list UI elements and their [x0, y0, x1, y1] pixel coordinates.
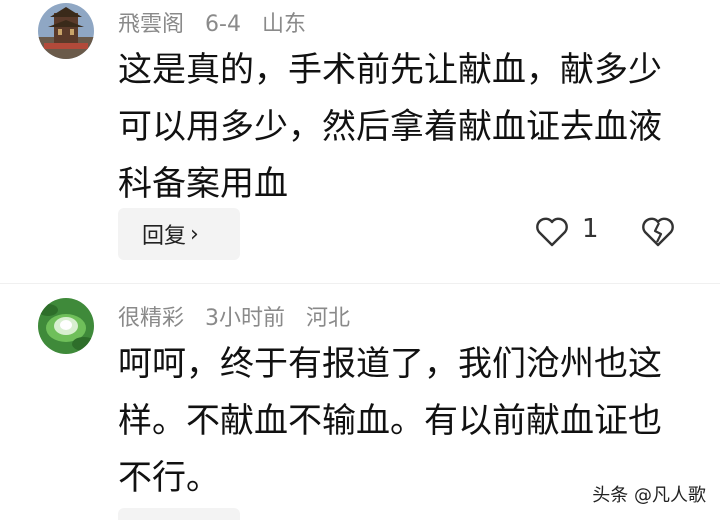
comment-meta: 很精彩 3小时前 河北 — [118, 300, 364, 332]
chevron-right-icon: › — [190, 221, 199, 247]
comment-location: 山东 — [261, 12, 306, 37]
reply-button[interactable] — [118, 508, 240, 520]
comment-text: 这是真的，手术前先让献血，献多少可以用多少，然后拿着献血证去血液科备案用血 — [118, 50, 662, 204]
comment-location: 河北 — [306, 306, 351, 331]
comment-date: 3小时前 — [205, 306, 286, 331]
like-count: 1 — [582, 214, 599, 244]
comment-date: 6-4 — [205, 12, 241, 37]
like-icon[interactable] — [534, 214, 570, 250]
watermark: 头条 @凡人歌 — [592, 485, 706, 506]
username[interactable]: 很精彩 — [118, 306, 184, 331]
dislike-icon[interactable] — [640, 214, 676, 250]
avatar[interactable] — [38, 298, 94, 354]
username[interactable]: 飛雲阁 — [118, 12, 184, 37]
reply-label: 回复 — [142, 224, 187, 249]
comment-meta: 飛雲阁 6-4 山东 — [118, 6, 320, 38]
reply-button[interactable]: 回复 › — [118, 208, 240, 260]
avatar[interactable] — [38, 3, 94, 59]
comment-divider — [0, 283, 720, 284]
